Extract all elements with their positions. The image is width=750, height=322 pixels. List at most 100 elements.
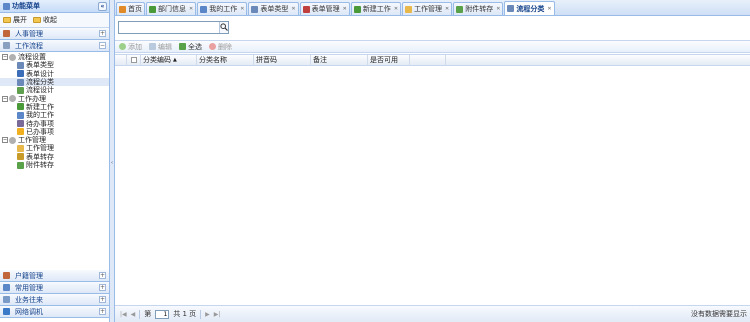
folder-icon — [9, 136, 16, 144]
section-network[interactable]: 网络调机 + — [0, 306, 109, 318]
delete-button[interactable]: 删除 — [209, 42, 232, 52]
column-category-code[interactable]: 分类编码 ▲ — [141, 54, 197, 66]
collapse-all-button[interactable]: 收起 — [33, 15, 57, 25]
section-label: 人事管理 — [15, 29, 43, 38]
section-common-management[interactable]: 常用管理 + — [0, 282, 109, 294]
tab-icon — [456, 5, 464, 13]
close-tab-icon[interactable]: ✕ — [189, 6, 193, 12]
separator — [139, 309, 141, 319]
select-all-button[interactable]: 全选 — [179, 42, 202, 52]
expand-all-label: 展开 — [13, 16, 27, 24]
tree-item[interactable]: 工作管理 — [0, 144, 109, 152]
item-icon — [17, 144, 24, 152]
tree-item[interactable]: 我的工作 — [0, 111, 109, 119]
main-panel: 首页 部门信息 ✕ 我的工作 ✕ 表单类型 ✕ 表单管理 ✕ 新建工作 ✕ 工作管理 ✕ 附件转存 ✕ 流程分… — [115, 0, 750, 322]
tab-0[interactable]: 首页 — [116, 2, 145, 15]
last-page-icon[interactable]: ▶| — [214, 311, 221, 318]
tree-expander-icon[interactable]: − — [2, 137, 8, 144]
tree-item[interactable]: 附件转存 — [0, 161, 109, 169]
section-business[interactable]: 业务往来 + — [0, 294, 109, 306]
section-hr-management[interactable]: 人事管理 + — [0, 28, 109, 40]
tab-3[interactable]: 表单类型 ✕ — [248, 2, 299, 15]
tab-icon — [200, 5, 208, 13]
tree-item-label: 流程分类 — [26, 78, 54, 87]
close-tab-icon[interactable]: ✕ — [496, 6, 500, 12]
search-button[interactable] — [219, 21, 228, 33]
tree-item[interactable]: 流程分类 — [0, 77, 109, 87]
tab-label: 部门信息 — [158, 5, 186, 13]
select-all-checkbox[interactable] — [127, 54, 141, 66]
checkbox-icon[interactable] — [130, 57, 137, 63]
grid-toolbar: 添加 编辑 全选 删除 — [115, 40, 750, 53]
tab-6[interactable]: 工作管理 ✕ — [402, 2, 453, 15]
tree-item[interactable]: 表单设计 — [0, 70, 109, 78]
folder-icon — [9, 53, 16, 61]
network-icon — [3, 308, 10, 315]
section-label: 常用管理 — [15, 283, 43, 292]
tab-label: 我的工作 — [209, 5, 238, 13]
prev-page-icon[interactable]: ◀ — [131, 311, 136, 318]
tab-4[interactable]: 表单管理 ✕ — [299, 2, 350, 15]
first-page-icon[interactable]: |◀ — [120, 311, 127, 318]
tree-folder[interactable]: − 工作办理 — [0, 94, 109, 103]
expand-toggle[interactable]: + — [99, 284, 106, 291]
section-household-management[interactable]: 户籍管理 + — [0, 270, 109, 282]
tree-item[interactable]: 表单类型 — [0, 61, 109, 69]
close-tab-icon[interactable]: ✕ — [394, 6, 398, 12]
column-enabled[interactable]: 是否可用 — [368, 54, 410, 66]
tree-item-label: 待办事项 — [26, 119, 54, 128]
column-remarks[interactable]: 备注 — [311, 54, 368, 66]
expand-all-button[interactable]: 展开 — [3, 15, 27, 25]
home-icon — [119, 5, 126, 13]
tab-2[interactable]: 我的工作 ✕ — [197, 2, 248, 15]
column-label: 拼音码 — [256, 56, 277, 64]
column-pinyin-code[interactable]: 拼音码 — [254, 54, 311, 66]
expand-toggle[interactable]: + — [99, 296, 106, 303]
expand-toggle[interactable]: + — [99, 30, 106, 37]
tree-item[interactable]: 流程设计 — [0, 86, 109, 94]
close-tab-icon[interactable]: ✕ — [547, 6, 551, 12]
add-button[interactable]: 添加 — [119, 42, 142, 52]
add-label: 添加 — [128, 42, 142, 51]
tree-item-label: 已办事项 — [26, 127, 54, 136]
tab-1[interactable]: 部门信息 ✕ — [146, 2, 197, 15]
grid-header: 分类编码 ▲ 分类名称 拼音码 备注 是否可用 — [115, 54, 750, 66]
edit-label: 编辑 — [158, 42, 172, 51]
tree-item[interactable]: 表单转存 — [0, 153, 109, 161]
collapse-sidebar-button[interactable]: « — [98, 1, 107, 11]
tree-folder[interactable]: − 流程设置 — [0, 53, 109, 61]
tab-7[interactable]: 附件转存 ✕ — [453, 2, 504, 15]
tab-bar: 首页 部门信息 ✕ 我的工作 ✕ 表单类型 ✕ 表单管理 ✕ 新建工作 ✕ 工作管理 ✕ 附件转存 ✕ 流程分… — [115, 0, 750, 16]
item-icon — [17, 161, 24, 169]
separator — [200, 309, 202, 319]
row-number-header — [115, 54, 127, 66]
edit-button[interactable]: 编辑 — [149, 42, 172, 52]
tab-label: 表单管理 — [311, 5, 340, 13]
column-filler — [410, 54, 446, 66]
page-number-input[interactable] — [155, 309, 170, 319]
close-tab-icon[interactable]: ✕ — [343, 6, 347, 12]
close-tab-icon[interactable]: ✕ — [240, 6, 244, 12]
tree-item[interactable]: 待办事项 — [0, 119, 109, 128]
tab-5[interactable]: 新建工作 ✕ — [350, 2, 402, 15]
section-label: 户籍管理 — [15, 271, 43, 280]
tab-label: 附件转存 — [465, 5, 494, 13]
tree-folder[interactable]: − 工作管理 — [0, 136, 109, 144]
search-row — [115, 16, 750, 38]
tree-item[interactable]: 已办事项 — [0, 128, 109, 136]
close-tab-icon[interactable]: ✕ — [291, 6, 295, 12]
sidebar-bottom-sections: 户籍管理 + 常用管理 + 业务往来 + 网络调机 + — [0, 270, 109, 318]
tree-expander-icon[interactable]: − — [2, 54, 8, 61]
close-tab-icon[interactable]: ✕ — [445, 6, 449, 12]
tab-8[interactable]: 流程分类 ✕ — [504, 1, 555, 15]
expand-toggle[interactable]: + — [99, 308, 106, 315]
column-category-name[interactable]: 分类名称 — [197, 54, 254, 66]
tree-expander-icon[interactable]: − — [2, 95, 8, 102]
expand-toggle[interactable]: + — [99, 272, 106, 279]
splitter-arrow-icon[interactable]: ‹ — [111, 160, 113, 166]
tree-item[interactable]: 新建工作 — [0, 103, 109, 111]
next-page-icon[interactable]: ▶ — [205, 311, 210, 318]
section-workflow[interactable]: 工作流程 − — [0, 40, 109, 52]
collapse-toggle[interactable]: − — [99, 42, 106, 49]
search-input[interactable] — [119, 21, 219, 33]
